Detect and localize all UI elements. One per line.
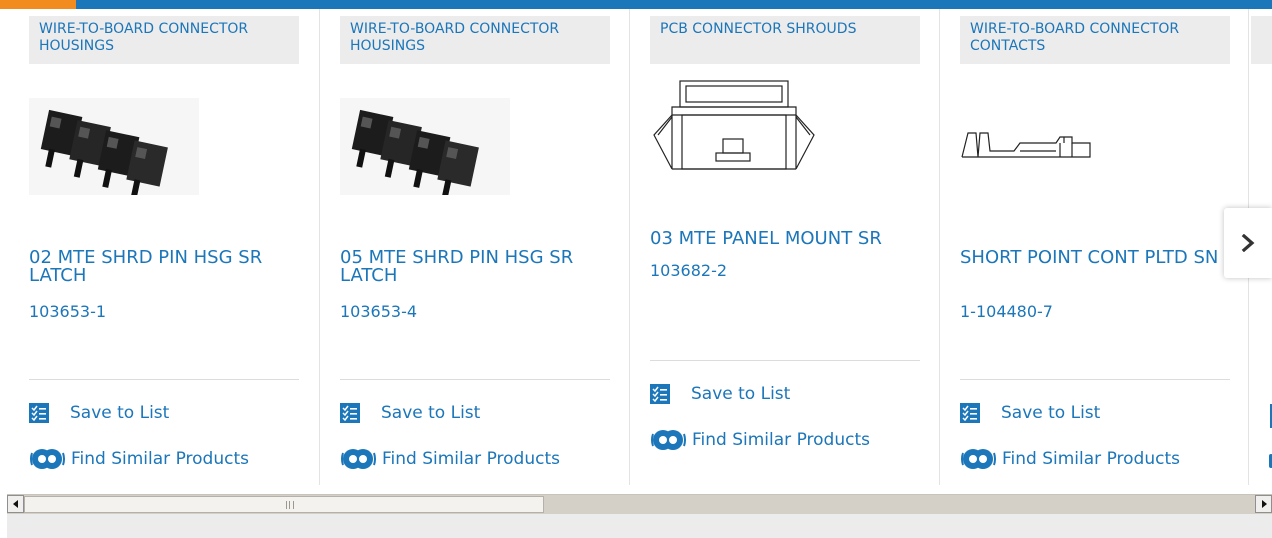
find-similar-label: Find Similar Products [382,449,560,469]
category-label[interactable]: PCB CONNECTOR SHROUDS [650,16,920,64]
product-card: WIRE-TO-BOARD CONNECTOR CONTACTS SHORT P… [960,9,1249,485]
part-number[interactable]: 103653-4 [340,302,417,321]
save-to-list-label: Save to List [1001,403,1101,423]
find-similar-label: Find Similar Products [71,449,249,469]
product-card: PCB CONNECTOR SHROUDS 03 MTE PANEL MOUNT… [650,9,940,485]
product-image[interactable] [340,98,510,199]
category-label[interactable]: WIRE-TO-BOARD CONNECTOR HOUSINGS [29,16,299,64]
part-number[interactable]: 1-104480-7 [960,302,1053,321]
divider [650,360,920,361]
arrow-left-icon [12,500,18,508]
similar-gears-icon [651,430,686,450]
save-to-list-button[interactable]: Save to List [960,400,1100,426]
find-similar-button[interactable]: Find Similar Products [650,427,870,453]
category-label-partial [1251,16,1272,64]
grip-icon [286,501,294,509]
product-name-link[interactable]: SHORT POINT CONT PLTD SN [960,249,1235,267]
horizontal-scrollbar[interactable] [7,494,1272,514]
carousel-next-button[interactable] [1224,208,1272,278]
part-number[interactable]: 103653-1 [29,302,106,321]
product-card: WIRE-TO-BOARD CONNECTOR HOUSINGS [340,9,630,485]
checklist-icon [29,403,49,423]
scrollbar-thumb[interactable] [24,496,544,513]
scroll-left-button[interactable] [7,495,24,513]
product-image[interactable] [650,79,820,199]
save-to-list-label: Save to List [691,384,791,404]
save-to-list-button[interactable]: Save to List [29,400,169,426]
arrow-right-icon [1261,500,1267,508]
top-bar [0,0,1272,9]
page-background [7,514,1272,538]
similar-gears-icon [341,449,376,469]
save-to-list-button[interactable]: Save to List [650,381,790,407]
similar-gears-icon [30,449,65,469]
divider [960,379,1230,380]
divider [340,379,610,380]
chevron-right-icon [1241,234,1255,252]
connector-shroud-drawing-icon [653,80,815,170]
checklist-icon [960,403,980,423]
scroll-right-button[interactable] [1255,495,1272,513]
product-name-link[interactable]: 05 MTE SHRD PIN HSG SR LATCH [340,249,615,285]
checklist-icon [650,384,670,404]
category-label[interactable]: WIRE-TO-BOARD CONNECTOR HOUSINGS [340,16,610,64]
category-label[interactable]: WIRE-TO-BOARD CONNECTOR CONTACTS [960,16,1230,64]
product-image[interactable] [960,121,1130,171]
find-similar-button[interactable]: Find Similar Products [29,446,249,472]
save-to-list-label: Save to List [381,403,481,423]
similar-gears-icon [961,449,996,469]
divider [29,379,299,380]
checklist-icon [340,403,360,423]
product-name-link[interactable]: 02 MTE SHRD PIN HSG SR LATCH [29,249,304,285]
connector-housing-photo-icon [29,98,199,199]
connector-housing-photo-icon [340,98,510,199]
find-similar-label: Find Similar Products [692,430,870,450]
product-card: WIRE-TO-BOARD CONNECTOR HOUSINGS [29,9,320,485]
contact-drawing-icon [961,132,1091,158]
find-similar-button[interactable]: Find Similar Products [340,446,560,472]
top-bar-accent [0,0,76,9]
product-image[interactable] [29,98,199,199]
save-to-list-label: Save to List [70,403,170,423]
find-similar-button[interactable]: Find Similar Products [960,446,1180,472]
product-name-link[interactable]: 03 MTE PANEL MOUNT SR [650,230,925,248]
part-number[interactable]: 103682-2 [650,261,727,280]
save-to-list-button[interactable]: Save to List [340,400,480,426]
find-similar-label: Find Similar Products [1002,449,1180,469]
